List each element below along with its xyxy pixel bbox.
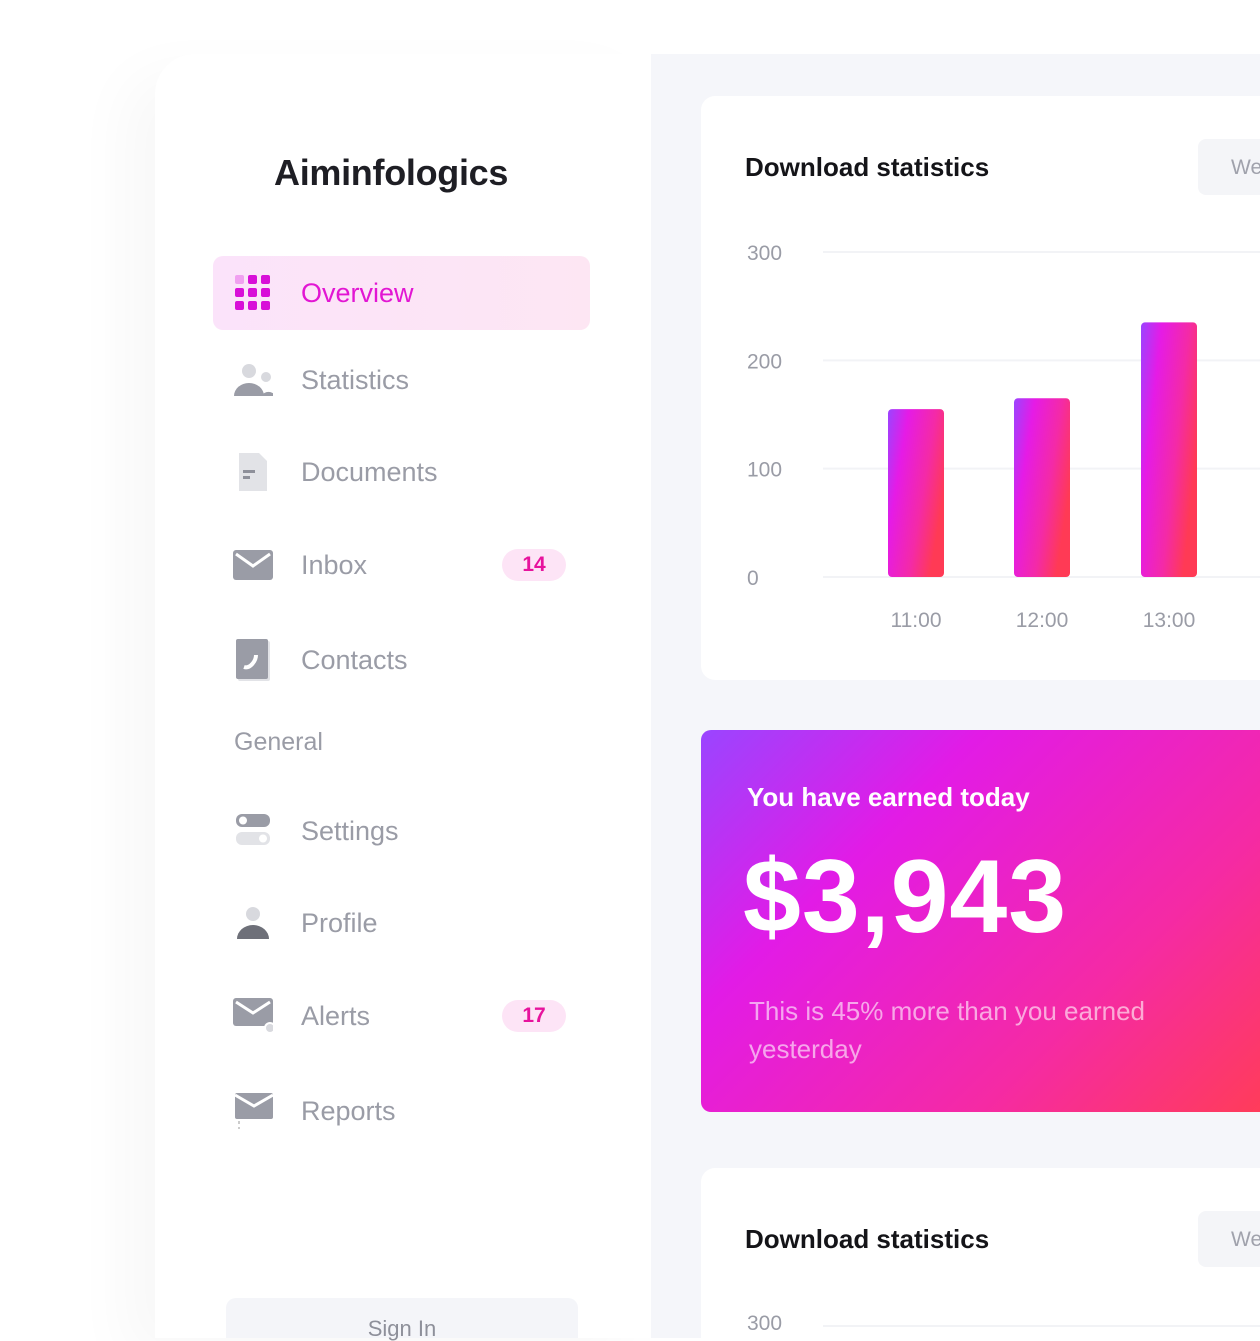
sidebar-item-settings[interactable]: Settings — [213, 794, 590, 868]
count-badge: 17 — [502, 1000, 566, 1032]
sidebar-item-label: Settings — [301, 815, 399, 846]
sidebar-item-profile[interactable]: Profile — [213, 886, 590, 960]
y-tick-label: 100 — [747, 459, 782, 482]
x-tick-label: 13:00 — [1143, 609, 1196, 632]
sidebar-item-label: Overview — [301, 277, 414, 308]
sidebar-item-contacts[interactable]: Contacts — [213, 623, 590, 697]
earnings-subtitle: This is 45% more than you earned yesterd… — [749, 996, 1145, 1064]
bar-chart: 0 100 200 300 11:00 12:00 13:00 — [747, 242, 1260, 632]
download-statistics-card-2: Download statistics We 300 — [701, 1168, 1260, 1338]
period-dropdown[interactable]: We — [1198, 1211, 1260, 1267]
section-general-label: General — [234, 728, 323, 756]
sign-in-button[interactable]: Sign In — [226, 1298, 578, 1340]
user-icon — [233, 903, 273, 943]
y-tick-label: 300 — [747, 1312, 783, 1335]
sidebar-item-overview[interactable]: Overview — [213, 256, 590, 330]
y-tick-label: 0 — [747, 567, 759, 590]
earnings-card: You have earned today $3,943 This is 45%… — [701, 730, 1260, 1112]
y-tick-label: 300 — [747, 242, 782, 265]
gridline — [823, 1325, 1260, 1327]
phone-icon — [233, 639, 273, 681]
brand-logo: Aiminfologics — [274, 152, 509, 193]
sidebar-item-documents[interactable]: Documents — [213, 435, 590, 509]
users-icon — [233, 360, 273, 400]
y-tick-label: 200 — [747, 350, 782, 373]
sidebar-item-label: Profile — [301, 907, 378, 938]
grid-icon — [233, 273, 273, 313]
toggle-icon — [233, 811, 273, 851]
document-icon — [233, 452, 273, 492]
bar — [1141, 322, 1197, 577]
bar — [888, 409, 944, 577]
mail-report-icon — [233, 1091, 273, 1131]
sidebar-item-label: Documents — [301, 456, 438, 487]
sidebar-item-statistics[interactable]: Statistics — [213, 343, 590, 417]
sidebar-item-label: Contacts — [301, 644, 408, 675]
earnings-amount: $3,943 — [743, 839, 1068, 955]
sidebar-item-reports[interactable]: Reports — [213, 1074, 590, 1148]
mail-alert-icon — [233, 996, 273, 1036]
mail-icon — [233, 545, 273, 585]
download-statistics-card: Download statistics We 0 100 200 300 11:00 12… — [701, 96, 1260, 680]
sidebar-item-label: Inbox — [301, 549, 368, 580]
bar — [1014, 398, 1070, 577]
sidebar-item-label: Alerts — [301, 1000, 371, 1031]
earnings-title: You have earned today — [747, 782, 1030, 812]
sidebar-item-label: Statistics — [301, 364, 410, 395]
x-tick-label: 11:00 — [891, 609, 942, 632]
count-badge: 14 — [502, 549, 566, 581]
x-tick-label: 12:00 — [1016, 609, 1069, 632]
sidebar-item-alerts[interactable]: Alerts 17 — [213, 979, 590, 1053]
sidebar-item-inbox[interactable]: Inbox 14 — [213, 528, 590, 602]
card-title: Download statistics — [745, 1224, 990, 1254]
sidebar-item-label: Reports — [301, 1095, 396, 1126]
